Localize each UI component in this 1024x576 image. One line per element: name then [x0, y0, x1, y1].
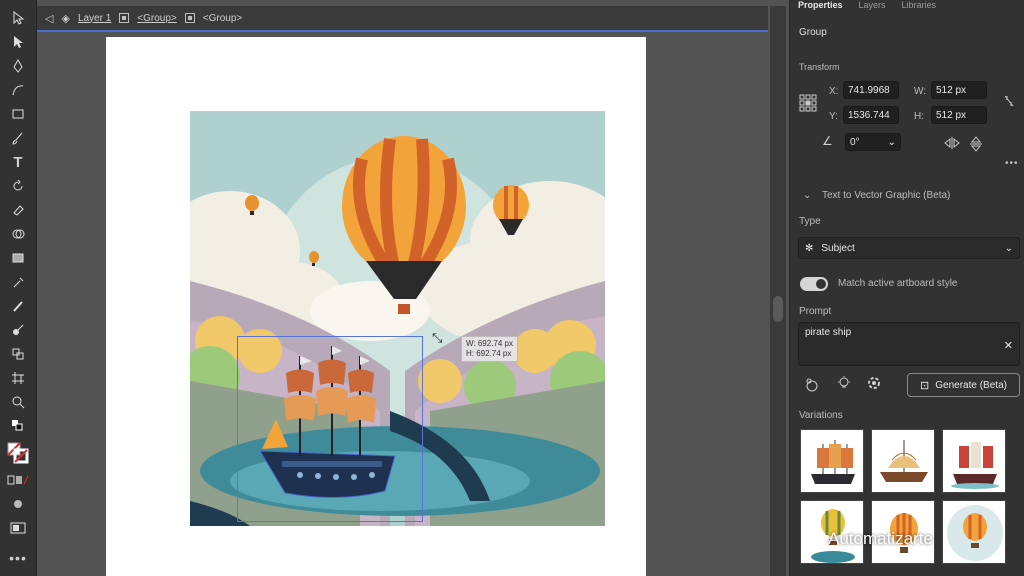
- tab-properties[interactable]: Properties: [798, 0, 843, 12]
- group-icon: [119, 13, 130, 23]
- variation-thumbnail-3[interactable]: [942, 429, 1006, 493]
- chevron-down-icon[interactable]: ⌄: [888, 137, 896, 148]
- selection-tool-icon[interactable]: [0, 6, 36, 30]
- selection-type: Group: [799, 27, 827, 38]
- lightbulb-icon[interactable]: [836, 375, 852, 394]
- curvature-tool-icon[interactable]: [0, 78, 36, 102]
- fill-stroke-swatch-icon[interactable]: [0, 438, 36, 468]
- default-colors-icon[interactable]: [0, 414, 36, 438]
- color-mode-icon[interactable]: [0, 468, 36, 492]
- screen-mode-icon[interactable]: [0, 516, 36, 540]
- scrollbar-thumb[interactable]: [773, 296, 783, 322]
- draw-mode-icon[interactable]: [0, 492, 36, 516]
- artboard-tool-icon[interactable]: [0, 366, 36, 390]
- chevron-down-icon[interactable]: ⌄: [803, 190, 811, 201]
- resize-cursor-icon: ⤡: [432, 330, 443, 345]
- rectangle-tool-icon[interactable]: [0, 102, 36, 126]
- generate-icon: ⊡: [920, 379, 930, 392]
- prompt-label: Prompt: [799, 306, 832, 317]
- layers-icon: ◈: [61, 12, 70, 25]
- gradient-tool-icon[interactable]: [0, 246, 36, 270]
- type-dropdown[interactable]: ✻ Subject ⌄: [798, 237, 1020, 259]
- tab-libraries[interactable]: Libraries: [902, 0, 937, 12]
- more-tools-icon[interactable]: •••: [0, 546, 36, 570]
- rotate-tool-icon[interactable]: [0, 174, 36, 198]
- x-label: X:: [829, 86, 839, 97]
- panel-tabs: Properties Layers Libraries: [790, 0, 1024, 12]
- watermark: Automatizarte: [828, 529, 933, 548]
- selection-bounding-box[interactable]: [237, 336, 423, 522]
- variation-thumbnail-6[interactable]: [942, 500, 1006, 564]
- paintbrush-tool-icon[interactable]: [0, 126, 36, 150]
- h-label: H:: [914, 111, 924, 122]
- reference-point-icon[interactable]: [799, 94, 817, 115]
- eraser-tool-icon[interactable]: [0, 198, 36, 222]
- symbol-sprayer-tool-icon[interactable]: [0, 342, 36, 366]
- tools-panel: T •••: [0, 0, 37, 576]
- variation-thumbnail-1[interactable]: [800, 429, 864, 493]
- blend-tool-icon[interactable]: [0, 318, 36, 342]
- text-to-vector-heading[interactable]: Text to Vector Graphic (Beta): [822, 190, 950, 201]
- flip-horizontal-icon[interactable]: [944, 137, 960, 152]
- y-field[interactable]: 1536.744: [843, 106, 899, 124]
- zoom-tool-icon[interactable]: [0, 390, 36, 414]
- eyedropper-tool-icon[interactable]: [0, 270, 36, 294]
- constrain-proportions-icon[interactable]: [1003, 94, 1015, 111]
- group-icon: [184, 13, 195, 23]
- match-style-label: Match active artboard style: [838, 278, 958, 289]
- variation-thumbnail-2[interactable]: [871, 429, 935, 493]
- transform-heading: Transform: [799, 62, 840, 72]
- type-label: Type: [799, 216, 821, 227]
- tab-layers[interactable]: Layers: [859, 0, 886, 12]
- isolation-breadcrumb: ◁ ◈ Layer 1 <Group> <Group>: [37, 6, 768, 32]
- breadcrumb-group-2[interactable]: <Group>: [203, 13, 242, 24]
- breadcrumb-group-1[interactable]: <Group>: [137, 13, 176, 24]
- rotation-field[interactable]: 0° ⌄: [845, 133, 901, 151]
- style-picker-icon[interactable]: [804, 377, 820, 396]
- shape-builder-tool-icon[interactable]: [0, 222, 36, 246]
- breadcrumb-layer[interactable]: Layer 1: [78, 13, 111, 24]
- flip-vertical-icon[interactable]: [970, 136, 982, 155]
- h-field[interactable]: 512 px: [931, 106, 987, 124]
- pen-tool-icon[interactable]: [0, 54, 36, 78]
- x-field[interactable]: 741.9968: [843, 81, 899, 99]
- back-arrow-icon[interactable]: ◁: [45, 12, 53, 25]
- gear-icon[interactable]: [866, 375, 882, 394]
- y-label: Y:: [829, 111, 838, 122]
- variations-label: Variations: [799, 410, 843, 421]
- w-field[interactable]: 512 px: [931, 81, 987, 99]
- angle-icon: ∠: [822, 134, 833, 148]
- vertical-scrollbar[interactable]: [770, 6, 786, 576]
- more-options-icon[interactable]: •••: [1005, 158, 1019, 169]
- match-style-toggle[interactable]: [800, 277, 828, 291]
- clear-icon[interactable]: ✕: [1004, 339, 1013, 352]
- generate-button[interactable]: ⊡ Generate (Beta): [907, 373, 1020, 397]
- w-label: W:: [914, 86, 927, 97]
- chevron-down-icon: ⌄: [1004, 242, 1013, 254]
- prompt-input[interactable]: pirate ship ✕: [798, 322, 1020, 366]
- pencil-tool-icon[interactable]: [0, 294, 36, 318]
- size-tooltip: W: 692.74 px H: 692.74 px: [461, 336, 518, 362]
- direct-selection-tool-icon[interactable]: [0, 30, 36, 54]
- type-tool-icon[interactable]: T: [0, 150, 36, 174]
- subject-icon: ✻: [805, 242, 814, 254]
